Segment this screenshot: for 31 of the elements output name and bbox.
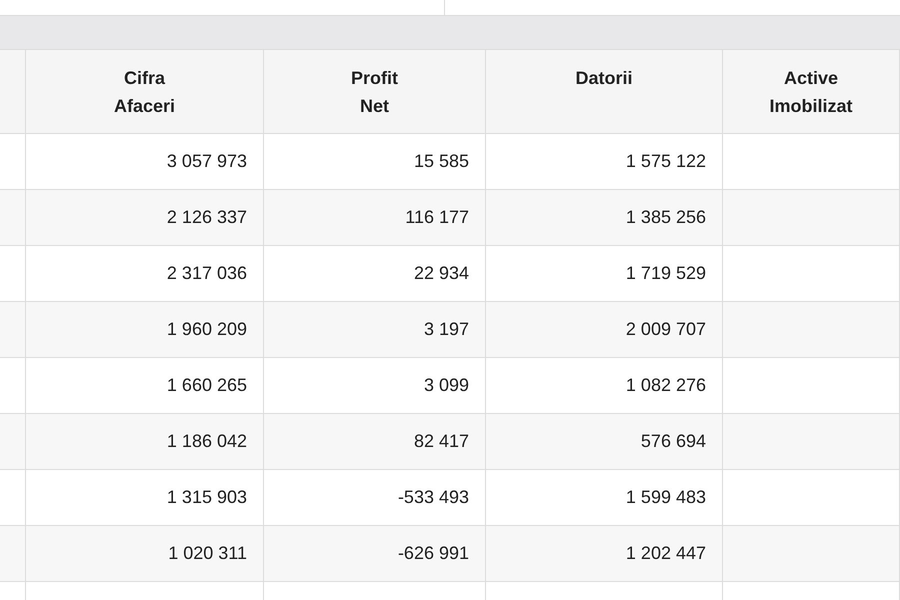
table-cell-text: 3 197: [424, 318, 469, 341]
column-header: Imobilizat: [769, 95, 852, 118]
table-cell-text: 3 099: [424, 374, 469, 397]
table-cell-text: -533 493: [398, 486, 469, 509]
table-cell-text: 1 186 042: [166, 430, 247, 453]
table-cell-text: 3 057 973: [166, 150, 247, 173]
table-cell-text: 2 009 707: [626, 318, 706, 341]
table-cell-text: 15 585: [414, 150, 469, 173]
table-cell-text: 1 385 256: [626, 206, 706, 229]
column-header: Net: [360, 95, 389, 118]
table-cell-text: 2 126 337: [166, 206, 247, 229]
table-cell-text: 1 202 447: [626, 542, 706, 565]
table-cell-text: 82 417: [414, 430, 469, 453]
table-cell-text: 1 575 122: [626, 150, 706, 173]
column-header: Profit: [351, 67, 398, 90]
column-header: Active: [784, 67, 838, 90]
column-header: Datorii: [575, 67, 632, 90]
table-cell-text: 1 020 311: [168, 542, 247, 565]
table-cell-text: 1 960 209: [166, 318, 247, 341]
table-cell-text: 1 660 265: [166, 374, 247, 397]
table-cell-text: 576 694: [640, 430, 706, 453]
table-cell-text: 2 317 036: [166, 262, 247, 285]
column-header: Cifra: [124, 67, 165, 90]
table-cell-text: 1 599 483: [626, 486, 706, 509]
table-cell-text: 1 719 529: [626, 262, 706, 285]
table-cell-text: -626 991: [398, 542, 469, 565]
table-cell-text: 1 082 276: [626, 374, 706, 397]
table-cell-text: 1 315 903: [166, 486, 247, 509]
table-cell-text: 116 177: [405, 206, 469, 229]
table-cell-text: 22 934: [414, 262, 469, 285]
column-header: Afaceri: [114, 95, 176, 118]
